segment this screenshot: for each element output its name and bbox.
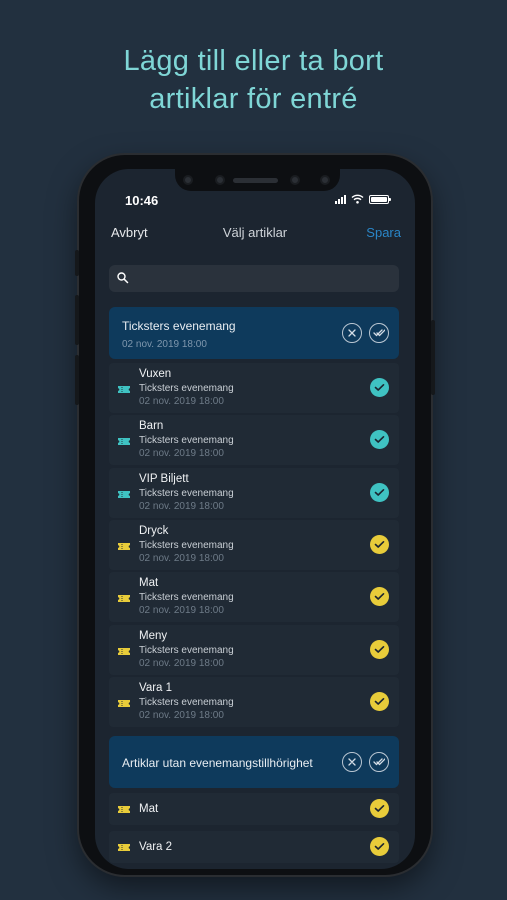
- product-ticket-icon: [118, 595, 130, 603]
- article-row[interactable]: Meny Ticksters evenemang 02 nov. 2019 18:0…: [109, 624, 399, 675]
- selected-check-button[interactable]: [370, 691, 389, 711]
- article-event: Ticksters evenemang: [139, 592, 234, 604]
- headline-line-2: artiklar för entré: [149, 83, 358, 115]
- article-row[interactable]: Barn Ticksters evenemang 02 nov. 2019 18:0…: [109, 415, 399, 466]
- article-event: Ticksters evenemang: [139, 644, 234, 656]
- close-icon: [348, 758, 356, 766]
- article-event: Ticksters evenemang: [139, 383, 234, 394]
- article-row[interactable]: Vara 2: [109, 831, 399, 863]
- selected-check-button[interactable]: [370, 430, 389, 450]
- group-title: Ticksters evenemang: [122, 319, 236, 333]
- article-row[interactable]: VIP Biljett Ticksters evenemang 02 nov. 20…: [109, 467, 399, 518]
- group-date: 02 nov. 2019 18:00: [122, 339, 207, 350]
- sensor-icon: [183, 175, 193, 185]
- article-name: VIP Biljett: [139, 472, 189, 485]
- checkmark-icon: [374, 488, 385, 496]
- status-time: 10:46: [125, 193, 159, 208]
- group-header-event: Ticksters evenemang 02 nov. 2019 18:00: [109, 307, 399, 359]
- select-all-button[interactable]: [369, 323, 389, 343]
- article-name: Mat: [139, 577, 159, 590]
- camera-icon: [290, 175, 300, 185]
- product-ticket-icon: [118, 647, 130, 655]
- article-date: 02 nov. 2019 18:00: [139, 500, 224, 512]
- checkmark-icon: [374, 697, 385, 705]
- phone-frame: 10:46 Välj artiklar Avbryt Spara Tickste…: [75, 155, 435, 875]
- article-row[interactable]: Vara 1 Ticksters evenemang 02 nov. 2019 18…: [109, 676, 399, 727]
- battery-icon: [369, 194, 391, 204]
- ticket-icon: [118, 386, 130, 393]
- deselect-all-button[interactable]: [342, 323, 362, 343]
- checkmark-icon: [374, 540, 385, 548]
- selected-check-button[interactable]: [370, 799, 389, 818]
- product-ticket-icon: [118, 806, 130, 813]
- article-row[interactable]: Dryck Ticksters evenemang 02 nov. 2019 18:…: [109, 519, 399, 570]
- checkmark-icon: [374, 805, 385, 812]
- wifi-icon: [351, 194, 364, 204]
- checkmark-icon: [374, 384, 385, 391]
- status-icons: [335, 194, 391, 204]
- article-event: Ticksters evenemang: [139, 487, 234, 499]
- search-input[interactable]: [109, 265, 399, 292]
- sensor-icon: [320, 175, 330, 185]
- article-name: Meny: [139, 629, 168, 642]
- volume-up-button: [75, 295, 79, 345]
- headline-line-1: Lägg till eller ta bort: [123, 45, 384, 77]
- power-button: [431, 320, 435, 395]
- selected-check-button[interactable]: [370, 482, 389, 502]
- product-ticket-icon: [118, 542, 130, 550]
- article-row[interactable]: Mat: [109, 793, 399, 825]
- article-date: 02 nov. 2019 18:00: [139, 657, 224, 669]
- article-date: 02 nov. 2019 18:00: [139, 709, 224, 721]
- speaker-grille: [233, 178, 278, 183]
- group-title: Artiklar utan evenemangstillhörighet: [122, 756, 313, 770]
- article-row[interactable]: Mat Ticksters evenemang 02 nov. 2019 18:00: [109, 572, 399, 623]
- phone-screen: 10:46 Välj artiklar Avbryt Spara Tickste…: [95, 169, 415, 869]
- cancel-button[interactable]: Avbryt: [111, 225, 148, 240]
- checkmark-icon: [374, 645, 385, 653]
- checkmark-icon: [374, 436, 385, 444]
- article-name: Vara 1: [139, 681, 173, 694]
- article-event: Ticksters evenemang: [139, 539, 234, 551]
- double-check-icon: [373, 758, 385, 766]
- double-check-icon: [373, 329, 385, 337]
- mute-switch: [75, 250, 79, 276]
- selected-check-button[interactable]: [370, 639, 389, 659]
- article-event: Ticksters evenemang: [139, 696, 234, 708]
- search-icon: [117, 272, 129, 284]
- ticket-icon: [118, 438, 130, 446]
- selected-check-button[interactable]: [370, 587, 389, 607]
- select-all-button[interactable]: [369, 752, 389, 772]
- nav-bar: Välj artiklar Avbryt Spara: [95, 225, 415, 245]
- ticket-icon: [118, 490, 130, 498]
- save-button[interactable]: Spara: [366, 225, 401, 240]
- article-row[interactable]: Vuxen Ticksters evenemang 02 nov. 2019 18:…: [109, 363, 399, 413]
- product-ticket-icon: [118, 844, 130, 851]
- article-date: 02 nov. 2019 18:00: [139, 605, 224, 617]
- article-name: Vuxen: [139, 368, 172, 380]
- signal-icon: [335, 194, 346, 204]
- headline: Lägg till eller ta bort artiklar för ent…: [0, 42, 507, 118]
- selected-check-button[interactable]: [370, 378, 389, 397]
- article-name: Vara 2: [139, 841, 173, 853]
- article-event: Ticksters evenemang: [139, 435, 234, 447]
- deselect-all-button[interactable]: [342, 752, 362, 772]
- product-ticket-icon: [118, 699, 130, 707]
- notch: [175, 169, 340, 191]
- selected-check-button[interactable]: [370, 837, 389, 856]
- article-date: 02 nov. 2019 18:00: [139, 552, 224, 564]
- article-name: Mat: [139, 803, 159, 815]
- group-header-no-event: Artiklar utan evenemangstillhörighet: [109, 736, 399, 788]
- checkmark-icon: [374, 593, 385, 600]
- article-date: 02 nov. 2019 18:00: [139, 448, 224, 460]
- volume-down-button: [75, 355, 79, 405]
- close-icon: [348, 329, 356, 337]
- article-date: 02 nov. 2019 18:00: [139, 396, 224, 407]
- article-name: Barn: [139, 420, 164, 433]
- checkmark-icon: [374, 843, 385, 850]
- camera-icon: [215, 175, 225, 185]
- article-name: Dryck: [139, 524, 169, 537]
- selected-check-button[interactable]: [370, 534, 389, 554]
